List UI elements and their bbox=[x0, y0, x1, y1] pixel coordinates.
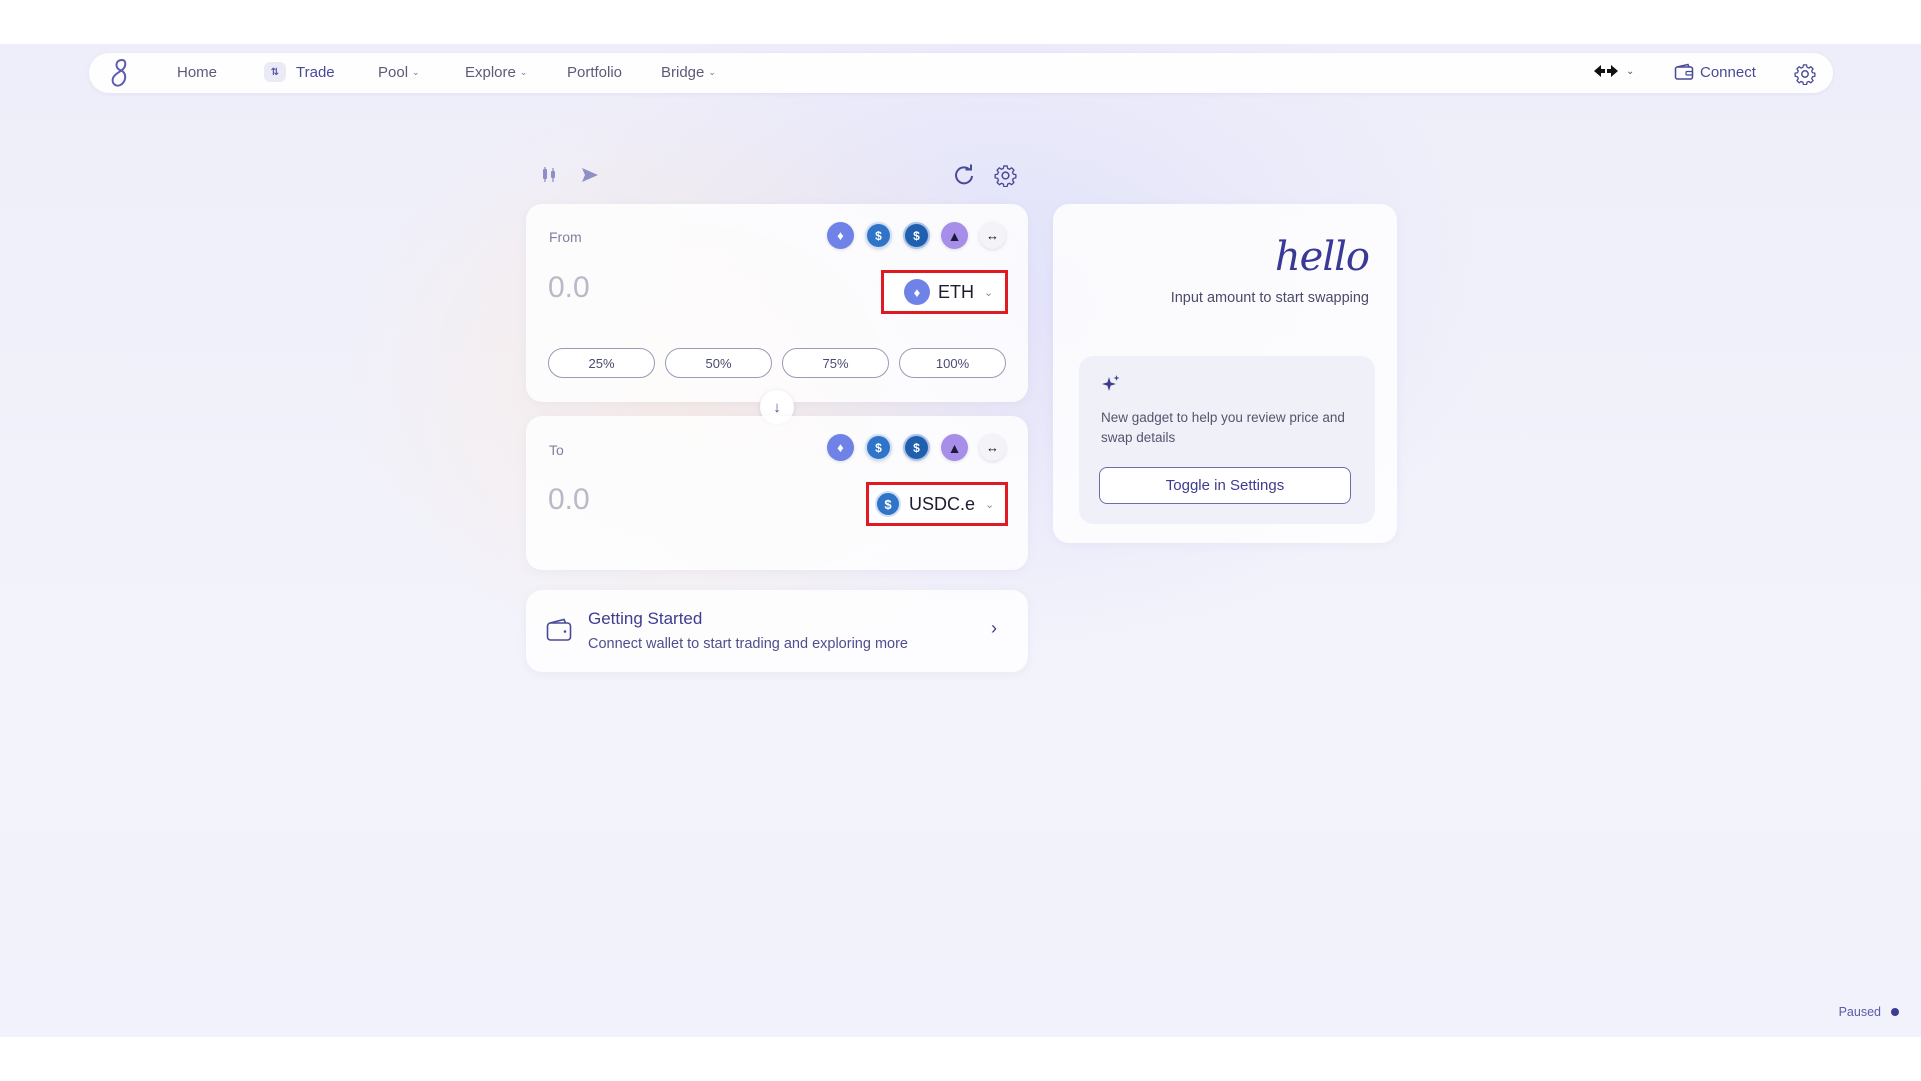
hello-panel: hello Input amount to start swapping New… bbox=[1053, 204, 1397, 543]
usdc-e-icon: $ bbox=[875, 491, 901, 517]
arrow-down-icon: ↓ bbox=[773, 398, 781, 416]
from-label: From bbox=[549, 229, 582, 245]
percent-75-button[interactable]: 75% bbox=[782, 348, 889, 378]
network-arrows-icon[interactable]: ↔ bbox=[979, 222, 1006, 249]
nav-explore-label: Explore bbox=[465, 64, 516, 81]
from-amount-input[interactable]: 0.0 bbox=[548, 271, 590, 305]
nav-explore[interactable]: Explore ⌄ bbox=[465, 64, 527, 81]
percent-50-button[interactable]: 50% bbox=[665, 348, 772, 378]
gadget-box: New gadget to help you review price and … bbox=[1079, 356, 1375, 524]
nav-bridge[interactable]: Bridge ⌄ bbox=[661, 64, 716, 81]
status-indicator: Paused bbox=[1839, 1005, 1899, 1019]
nav-pool-label: Pool bbox=[378, 64, 409, 81]
to-label: To bbox=[549, 442, 564, 458]
nav-trade[interactable]: ⇅ Trade bbox=[264, 62, 335, 82]
nav-portfolio-label: Portfolio bbox=[567, 64, 623, 81]
chevron-down-icon: ⌄ bbox=[519, 67, 528, 77]
eth-icon[interactable]: ♦ bbox=[827, 434, 854, 461]
hello-subtitle: Input amount to start swapping bbox=[1170, 290, 1369, 306]
sparkle-icon bbox=[1102, 375, 1120, 391]
chevron-down-icon: ⌄ bbox=[985, 498, 995, 511]
nav-home-label: Home bbox=[177, 64, 218, 81]
arb-icon[interactable]: ▲ bbox=[941, 222, 968, 249]
wallet-icon bbox=[1674, 63, 1694, 80]
gadget-description: New gadget to help you review price and … bbox=[1101, 410, 1345, 445]
chevron-right-icon: › bbox=[991, 618, 997, 638]
usdc-icon[interactable]: $ bbox=[865, 434, 892, 461]
nav-home[interactable]: Home bbox=[177, 64, 217, 81]
chevron-down-icon: ⌄ bbox=[1626, 65, 1635, 77]
top-nav: Home ⇅ Trade Pool ⌄ Explore ⌄ Portfolio … bbox=[89, 53, 1833, 93]
usdc-e-icon[interactable]: $ bbox=[903, 222, 930, 249]
status-dot-icon bbox=[1891, 1008, 1899, 1016]
getting-started-subtitle: Connect wallet to start trading and expl… bbox=[588, 636, 908, 652]
network-arrows-icon bbox=[1594, 65, 1618, 77]
percent-100-button[interactable]: 100% bbox=[899, 348, 1006, 378]
connect-button[interactable]: Connect bbox=[1674, 63, 1756, 81]
nav-trade-label: Trade bbox=[296, 63, 335, 81]
to-token-label: USDC.e bbox=[909, 493, 976, 514]
nav-portfolio[interactable]: Portfolio bbox=[567, 64, 622, 81]
from-token-label: ETH bbox=[938, 281, 974, 302]
to-quick-tokens: ♦ $ $ ▲ ↔ bbox=[827, 434, 1006, 461]
from-card: From ♦ $ $ ▲ ↔ 0.0 ♦ ETH ⌄ 25% 50% 75% 1… bbox=[526, 204, 1028, 402]
nav-bridge-label: Bridge bbox=[661, 64, 705, 81]
usdc-e-icon[interactable]: $ bbox=[903, 434, 930, 461]
chart-candles-icon[interactable] bbox=[540, 166, 558, 184]
app-background: Home ⇅ Trade Pool ⌄ Explore ⌄ Portfolio … bbox=[0, 44, 1921, 1037]
paused-label: Paused bbox=[1838, 1005, 1881, 1019]
chevron-down-icon: ⌄ bbox=[984, 286, 994, 299]
network-arrows-icon[interactable]: ↔ bbox=[979, 434, 1006, 461]
arb-icon[interactable]: ▲ bbox=[941, 434, 968, 461]
connect-label: Connect bbox=[1700, 63, 1756, 81]
hello-heading: hello bbox=[1274, 234, 1370, 280]
usdc-icon[interactable]: $ bbox=[865, 222, 892, 249]
settings-gear-icon[interactable] bbox=[1794, 63, 1816, 85]
trade-icon: ⇅ bbox=[264, 62, 286, 82]
percent-25-button[interactable]: 25% bbox=[548, 348, 655, 378]
chevron-down-icon: ⌄ bbox=[708, 67, 716, 77]
to-token-selector[interactable]: $ USDC.e ⌄ bbox=[866, 482, 1008, 526]
from-token-selector[interactable]: ♦ ETH ⌄ bbox=[881, 270, 1008, 314]
logo-icon[interactable] bbox=[107, 57, 133, 89]
toggle-in-settings-button[interactable]: Toggle in Settings bbox=[1099, 467, 1351, 504]
chevron-down-icon: ⌄ bbox=[412, 67, 420, 77]
getting-started-card[interactable]: Getting Started Connect wallet to start … bbox=[526, 590, 1028, 672]
eth-icon[interactable]: ♦ bbox=[827, 222, 854, 249]
eth-icon: ♦ bbox=[904, 279, 930, 305]
to-amount-input[interactable]: 0.0 bbox=[548, 483, 590, 517]
refresh-icon[interactable] bbox=[953, 164, 975, 186]
to-card: To ♦ $ $ ▲ ↔ 0.0 $ USDC.e ⌄ bbox=[526, 416, 1028, 570]
getting-started-title: Getting Started bbox=[588, 609, 703, 628]
wallet-icon bbox=[546, 618, 572, 641]
swap-settings-gear-icon[interactable] bbox=[994, 164, 1017, 187]
nav-pool[interactable]: Pool ⌄ bbox=[378, 64, 420, 81]
from-quick-tokens: ♦ $ $ ▲ ↔ bbox=[827, 222, 1006, 249]
send-icon[interactable] bbox=[580, 165, 600, 185]
network-selector[interactable]: ⌄ bbox=[1592, 63, 1634, 79]
